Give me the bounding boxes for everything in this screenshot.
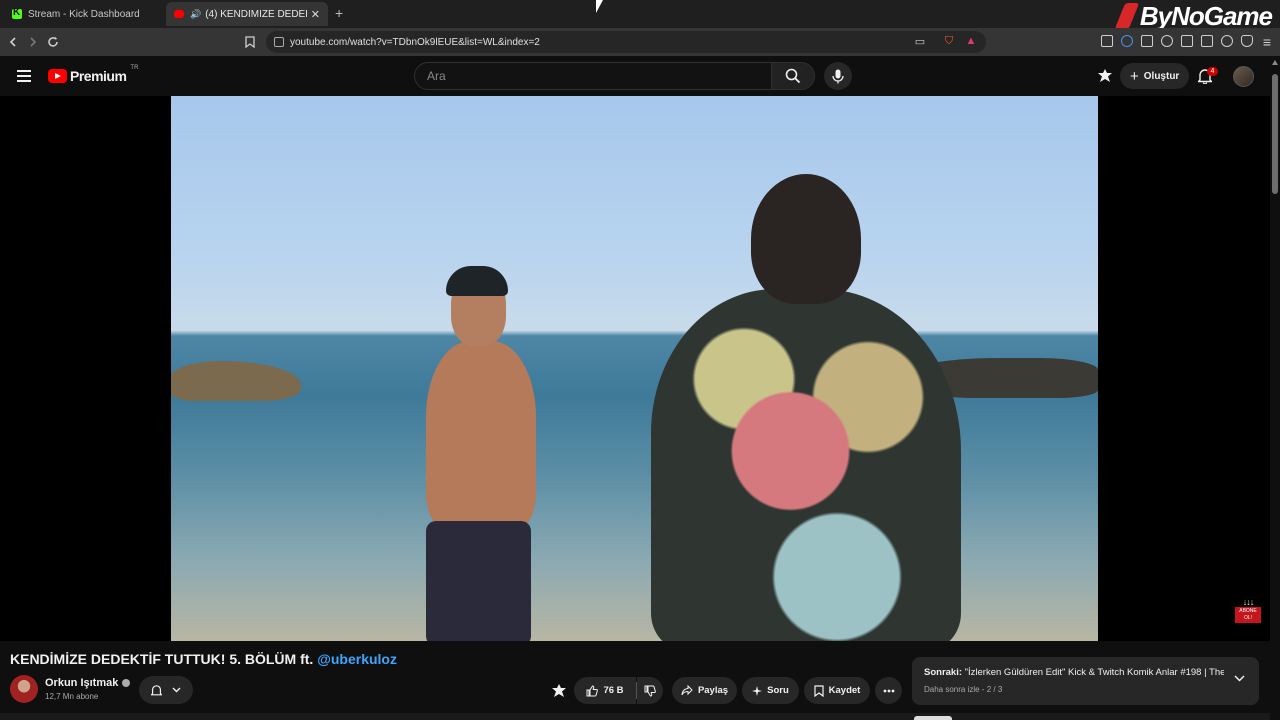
share-button[interactable]: Paylaş xyxy=(672,677,737,704)
playlist-up-next-panel[interactable]: Sonraki: "İzlerken Güldüren Edit" Kick &… xyxy=(912,657,1259,705)
chevron-down-icon xyxy=(172,687,181,693)
studio-clapper-icon[interactable] xyxy=(1096,67,1114,85)
rocks-left xyxy=(171,361,301,401)
brave-rewards-icon[interactable]: ▲ xyxy=(964,34,978,48)
down-arrows-icon: ↓↓↓ xyxy=(1242,597,1255,607)
tab-title: (4) KENDİMİZE DEDEKTİF TUT xyxy=(205,8,307,20)
microphone-icon xyxy=(832,69,844,83)
up-next-video-title: "İzlerken Güldüren Edit" Kick & Twitch K… xyxy=(964,667,1224,678)
leo-ai-icon[interactable] xyxy=(1221,35,1233,47)
brand-slash-icon xyxy=(1114,3,1140,29)
person-floral-shirt xyxy=(641,174,971,641)
sparkle-icon xyxy=(752,685,763,696)
channel-name[interactable]: Orkun Işıtmak xyxy=(45,677,131,689)
search-icon xyxy=(785,68,801,84)
ask-label: Soru xyxy=(767,685,789,696)
thumbs-down-icon xyxy=(644,685,656,697)
voice-search-button[interactable] xyxy=(824,62,852,90)
chevron-down-icon[interactable] xyxy=(1234,675,1245,682)
search-input[interactable] xyxy=(427,69,771,83)
cast-icon[interactable]: ▭ xyxy=(913,34,927,48)
guide-menu-icon[interactable] xyxy=(17,70,31,82)
wallet-icon[interactable] xyxy=(1201,35,1213,47)
browser-tab-strip: Stream - Kick Dashboard 🔊 (4) KENDİMİZE … xyxy=(0,0,1280,31)
account-avatar[interactable] xyxy=(1233,66,1254,87)
tab-youtube-video[interactable]: 🔊 (4) KENDİMİZE DEDEKTİF TUT ✕ xyxy=(166,2,328,26)
share-arrow-icon xyxy=(681,685,693,696)
close-tab-icon[interactable]: ✕ xyxy=(311,8,320,21)
filter-chip[interactable] xyxy=(914,716,952,720)
up-next-title: Sonraki: "İzlerken Güldüren Edit" Kick &… xyxy=(924,667,1224,678)
url-text: youtube.com/watch?v=TDbnOk9lEUE&list=WL&… xyxy=(290,36,540,48)
youtube-premium-logo[interactable]: Premium TR xyxy=(48,65,139,84)
logo-wordmark: Premium xyxy=(70,68,127,84)
person-in-cap xyxy=(416,266,546,641)
subscribed-notifications-button[interactable] xyxy=(139,676,193,704)
address-bar[interactable]: youtube.com/watch?v=TDbnOk9lEUE&list=WL&… xyxy=(266,31,986,53)
mention-link[interactable]: @uberkuloz xyxy=(317,651,397,667)
subscribe-badge-text: ABONE OL! xyxy=(1235,607,1261,623)
more-dots-icon xyxy=(883,689,894,692)
bookmark-icon[interactable] xyxy=(241,33,259,51)
bookmark-save-icon xyxy=(814,684,824,697)
youtube-header: Premium TR + Oluştur xyxy=(0,56,1270,96)
extension-icon[interactable] xyxy=(1121,35,1133,47)
music-icon[interactable] xyxy=(1161,35,1173,47)
scrollbar-thumb[interactable] xyxy=(1272,74,1278,194)
speaker-icon[interactable]: 🔊 xyxy=(190,9,201,20)
youtube-play-icon xyxy=(48,69,67,83)
scroll-up-icon[interactable] xyxy=(1272,60,1278,65)
browser-toolbar: youtube.com/watch?v=TDbnOk9lEUE&list=WL&… xyxy=(0,28,1280,56)
tab-kick-dashboard[interactable]: Stream - Kick Dashboard xyxy=(4,2,166,26)
notification-count-badge: 4 xyxy=(1207,67,1218,76)
extension-icon[interactable] xyxy=(1101,35,1113,47)
youtube-favicon-icon xyxy=(174,10,184,18)
up-next-playlist-position: Daha sonra izle - 2 / 3 xyxy=(924,685,1003,694)
tab-title: Stream - Kick Dashboard xyxy=(28,8,140,20)
brand-text: ByNoGame xyxy=(1139,0,1273,31)
dislike-button[interactable] xyxy=(637,677,663,704)
forward-icon[interactable] xyxy=(24,33,42,51)
subscribe-watermark-badge[interactable]: ↓↓↓ ABONE OL! xyxy=(1235,598,1261,624)
search-button[interactable] xyxy=(771,62,815,90)
video-title-text: KENDİMİZE DEDEKTİF TUTTUK! 5. BÖLÜM ft. xyxy=(10,651,318,667)
share-label: Paylaş xyxy=(697,685,729,696)
verified-check-icon xyxy=(122,679,131,687)
mouse-cursor-icon xyxy=(596,0,603,13)
create-button[interactable]: + Oluştur xyxy=(1120,63,1190,89)
video-player[interactable] xyxy=(0,96,1270,641)
brave-shield-icon[interactable]: ⛉ xyxy=(942,34,956,48)
sidebar-icon[interactable] xyxy=(1181,35,1193,47)
back-icon[interactable] xyxy=(4,33,22,51)
up-next-prefix: Sonraki: xyxy=(924,667,965,678)
channel-name-text: Orkun Işıtmak xyxy=(45,677,119,689)
channel-avatar[interactable] xyxy=(10,675,38,703)
like-count: 76 B xyxy=(603,685,624,696)
site-settings-icon[interactable] xyxy=(274,37,284,47)
thumbs-up-icon xyxy=(586,684,599,696)
vpn-icon[interactable] xyxy=(1241,35,1253,47)
plus-icon: + xyxy=(1130,67,1139,85)
search-box xyxy=(414,62,772,90)
clip-sparkle-icon[interactable] xyxy=(550,682,568,700)
like-button[interactable]: 76 B xyxy=(574,677,636,704)
save-button[interactable]: Kaydet xyxy=(804,677,870,704)
menu-icon[interactable]: ≡ xyxy=(1258,33,1276,51)
bottom-chip-bar xyxy=(0,713,1270,720)
ask-button[interactable]: Soru xyxy=(742,677,799,704)
reload-icon[interactable] xyxy=(44,33,62,51)
video-frame[interactable] xyxy=(171,96,1098,641)
save-label: Kaydet xyxy=(828,685,861,696)
new-tab-button[interactable]: + xyxy=(335,5,343,21)
video-title: KENDİMİZE DEDEKTİF TUTTUK! 5. BÖLÜM ft. … xyxy=(10,651,397,667)
bell-icon xyxy=(151,684,162,695)
puzzle-icon[interactable] xyxy=(1141,35,1153,47)
page-scrollbar[interactable] xyxy=(1270,56,1280,720)
subscriber-count: 12,7 Mn abone xyxy=(45,692,99,701)
kick-favicon-icon xyxy=(12,7,22,19)
more-actions-button[interactable] xyxy=(875,677,902,704)
create-label: Oluştur xyxy=(1143,70,1180,82)
logo-region: TR xyxy=(130,65,139,71)
